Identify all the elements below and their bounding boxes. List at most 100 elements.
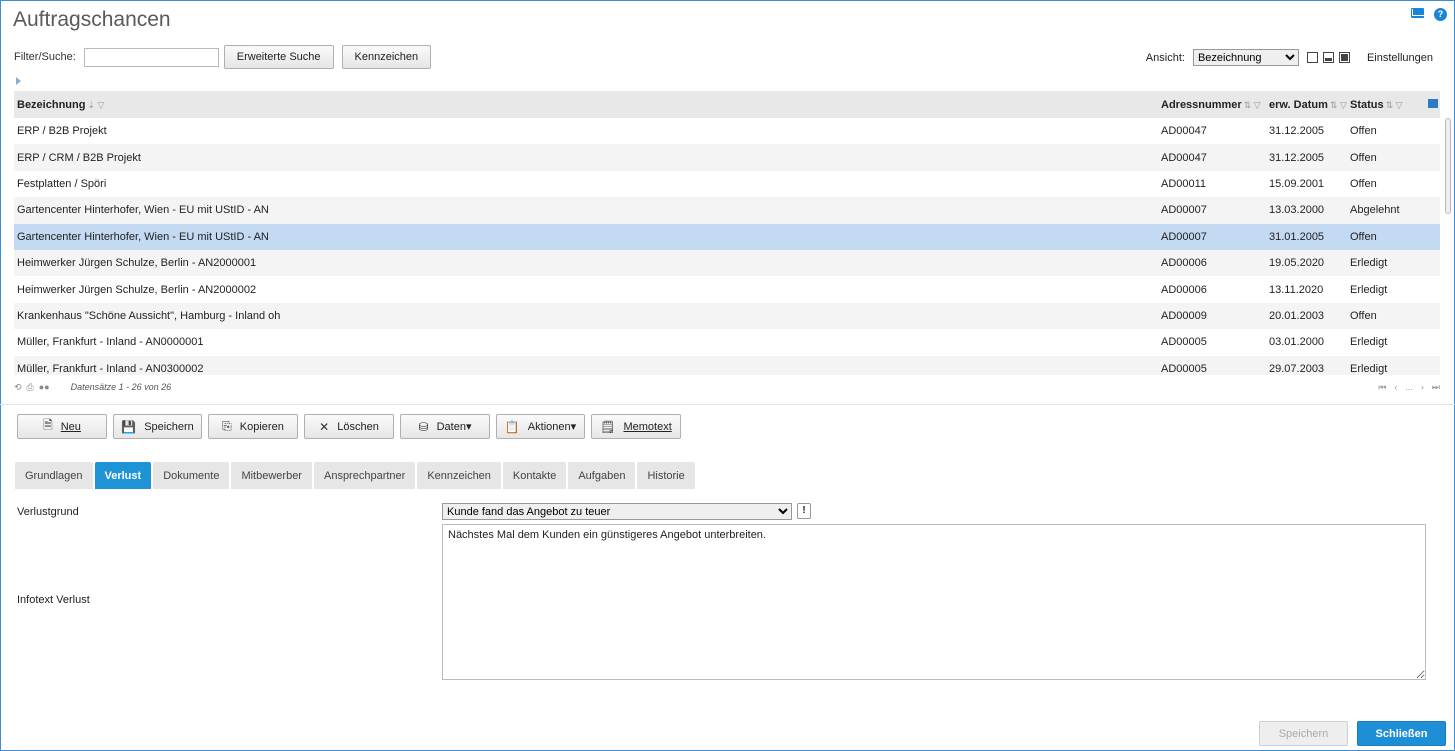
- cell-datum: 13.03.2000: [1269, 204, 1325, 217]
- expand-arrow-icon[interactable]: [16, 77, 21, 85]
- save-button[interactable]: 💾 Speichern: [113, 414, 202, 439]
- table-row[interactable]: Müller, Frankfurt - Inland - AN0000001 AD…: [14, 329, 1440, 355]
- tab-aufgaben[interactable]: Aufgaben: [568, 462, 636, 489]
- header-status[interactable]: Status ⇅ ▽: [1350, 99, 1403, 111]
- cell-status: Erledigt: [1350, 257, 1388, 270]
- data-menu-button[interactable]: ⛁ Daten ▾: [400, 414, 490, 439]
- cell-datum: 03.01.2000: [1269, 336, 1325, 349]
- last-page-icon[interactable]: ⏭: [1432, 382, 1440, 393]
- alert-icon[interactable]: !: [797, 503, 811, 519]
- cell-adressnummer: AD00005: [1161, 336, 1207, 349]
- tab-kennzeichen[interactable]: Kennzeichen: [417, 462, 501, 489]
- help-icon[interactable]: ?: [1434, 8, 1447, 21]
- cell-datum: 13.11.2020: [1269, 283, 1324, 296]
- cell-adressnummer: AD00005: [1161, 362, 1207, 375]
- memo-button[interactable]: 🗒 Memotext: [591, 414, 681, 439]
- tab-grundlagen[interactable]: Grundlagen: [15, 462, 93, 489]
- tab-kontakte[interactable]: Kontakte: [502, 462, 567, 489]
- table-row[interactable]: Krankenhaus "Schöne Aussicht", Hamburg -…: [14, 302, 1440, 330]
- cell-adressnummer: AD00009: [1161, 309, 1207, 322]
- cell-bezeichnung: ERP / CRM / B2B Projekt: [17, 151, 141, 164]
- divider: [0, 404, 1455, 405]
- table-row[interactable]: Gartencenter Hinterhofer, Wien - EU mit …: [14, 223, 1440, 250]
- cell-bezeichnung: Festplatten / Spöri: [17, 177, 107, 190]
- grid-scrollbar[interactable]: [1445, 118, 1451, 214]
- sort-filter-icon[interactable]: ⇣ ▽: [87, 100, 104, 110]
- view-select[interactable]: Bezeichnung: [1192, 49, 1299, 66]
- close-icon: ✕: [319, 419, 330, 434]
- header-adressnummer[interactable]: Adressnummer ⇅ ▽: [1161, 99, 1261, 111]
- sort-filter-icon[interactable]: ⇅ ▽: [1386, 100, 1403, 110]
- table-row[interactable]: ERP / CRM / B2B Projekt AD00047 31.12.2005…: [14, 144, 1440, 171]
- header-bezeichnung[interactable]: Bezeichnung ⇣ ▽: [17, 99, 104, 111]
- chevron-down-icon: ▾: [570, 421, 577, 433]
- view-bar: Ansicht: Bezeichnung Einstellungen: [1146, 49, 1433, 66]
- filter-label: Filter/Suche:: [14, 51, 76, 63]
- table-row[interactable]: Müller, Frankfurt - Inland - AN0300002 AD…: [14, 355, 1440, 375]
- footer-save-button[interactable]: Speichern: [1259, 721, 1348, 746]
- column-chooser-icon[interactable]: [1428, 99, 1438, 108]
- layout-split-icon[interactable]: [1322, 52, 1334, 63]
- sort-filter-icon[interactable]: ⇅ ▽: [1244, 100, 1261, 110]
- chevron-down-icon: ▾: [465, 421, 472, 433]
- cell-bezeichnung: Müller, Frankfurt - Inland - AN0000001: [17, 336, 204, 349]
- view-label: Ansicht:: [1145, 51, 1185, 64]
- cell-adressnummer: AD00047: [1161, 151, 1207, 164]
- cell-status: Offen: [1350, 151, 1377, 164]
- cell-datum: 29.07.2003: [1269, 362, 1325, 375]
- tab-ansprechpartner[interactable]: Ansprechpartner: [313, 462, 416, 489]
- cell-bezeichnung: Gartencenter Hinterhofer, Wien - EU mit …: [17, 230, 269, 243]
- loss-info-textarea[interactable]: Nächstes Mal dem Kunden ein günstigeres …: [442, 524, 1426, 680]
- cell-status: Offen: [1350, 230, 1377, 243]
- top-icons: ?: [1411, 8, 1447, 21]
- first-page-icon[interactable]: ⏮: [1378, 382, 1386, 393]
- table-row[interactable]: Festplatten / Spöri AD00011 15.09.2001 Offe…: [14, 171, 1440, 197]
- close-button[interactable]: Schließen: [1357, 721, 1446, 746]
- loss-reason-label: Verlustgrund: [17, 506, 79, 518]
- actions-menu-button[interactable]: 📋 Aktionen ▾: [496, 414, 585, 439]
- copy-button[interactable]: ⎘ Kopieren: [208, 414, 298, 439]
- table-row[interactable]: Heimwerker Jürgen Schulze, Berlin - AN20…: [14, 276, 1440, 302]
- sort-filter-icon[interactable]: ⇅ ▽: [1330, 100, 1347, 110]
- disk-icon: 💾: [121, 419, 137, 434]
- memo-icon: 🗒: [600, 419, 616, 434]
- delete-button[interactable]: ✕ Löschen: [304, 414, 394, 439]
- table-row[interactable]: ERP / B2B Projekt AD00047 31.12.2005 Offen: [14, 118, 1440, 144]
- data-grid: Bezeichnung ⇣ ▽ Adressnummer ⇅ ▽ erw. Datu…: [14, 91, 1440, 375]
- cell-status: Offen: [1350, 177, 1377, 190]
- filter-search-input[interactable]: [83, 47, 219, 67]
- cell-bezeichnung: ERP / B2B Projekt: [17, 125, 107, 138]
- tab-mitbewerber[interactable]: Mitbewerber: [231, 462, 312, 489]
- cell-adressnummer: AD00047: [1161, 125, 1207, 138]
- tab-historie[interactable]: Historie: [637, 462, 695, 489]
- prev-page-icon[interactable]: ‹: [1394, 382, 1397, 393]
- new-button[interactable]: 🗎 Neu: [17, 414, 107, 439]
- cell-datum: 31.01.2005: [1269, 230, 1325, 243]
- action-bar: 🗎 Neu 💾 Speichern ⎘ Kopieren ✕ Löschen ⛁ Date…: [17, 414, 681, 439]
- cell-status: Offen: [1350, 309, 1377, 322]
- loss-reason-select[interactable]: Kunde fand das Angebot zu teuer: [442, 503, 792, 520]
- next-page-icon[interactable]: ›: [1421, 382, 1424, 393]
- cell-bezeichnung: Müller, Frankfurt - Inland - AN0300002: [17, 362, 204, 375]
- header-datum[interactable]: erw. Datum ⇅ ▽: [1269, 99, 1347, 111]
- print-icon[interactable]: ⎙: [27, 382, 34, 393]
- table-row[interactable]: Gartencenter Hinterhofer, Wien - EU mit …: [14, 197, 1440, 224]
- settings-link[interactable]: Einstellungen: [1367, 52, 1433, 64]
- tab-dokumente[interactable]: Dokumente: [153, 462, 230, 489]
- advanced-search-button[interactable]: Erweiterte Suche: [223, 45, 334, 69]
- refresh-icon[interactable]: ⟲: [14, 382, 22, 393]
- cell-bezeichnung: Krankenhaus "Schöne Aussicht", Hamburg -…: [17, 309, 281, 322]
- tab-verlust[interactable]: Verlust: [94, 462, 152, 489]
- options-icon[interactable]: ●●: [39, 382, 50, 392]
- cell-status: Abgelehnt: [1350, 204, 1400, 217]
- copy-icon: ⎘: [222, 419, 232, 433]
- table-row[interactable]: Heimwerker Jürgen Schulze, Berlin - AN20…: [14, 249, 1440, 277]
- pager: ⏮ ‹ ... › ⏭: [1378, 382, 1440, 393]
- cell-adressnummer: AD00007: [1161, 204, 1207, 217]
- layout-list-icon[interactable]: [1306, 52, 1318, 63]
- flags-button[interactable]: Kennzeichen: [341, 45, 432, 69]
- layout-detail-icon[interactable]: [1338, 52, 1350, 63]
- mail-icon[interactable]: [1411, 8, 1424, 18]
- loss-info-label: Infotext Verlust: [17, 594, 90, 606]
- cell-status: Erledigt: [1350, 362, 1388, 375]
